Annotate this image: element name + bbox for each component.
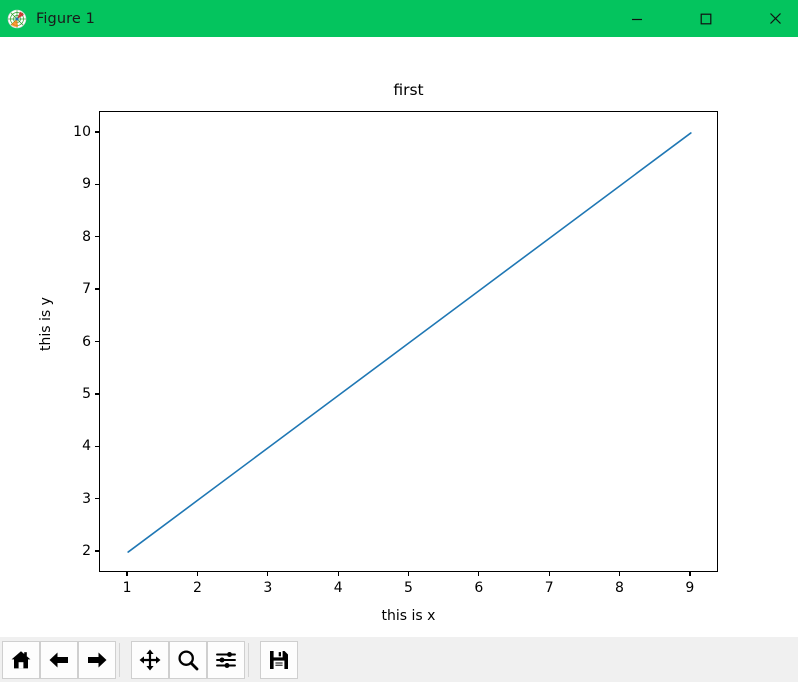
- close-button[interactable]: [752, 0, 798, 37]
- plot-lines: [127, 132, 692, 553]
- maximize-button[interactable]: [683, 0, 729, 37]
- figure-canvas[interactable]: first this is y 2 3 4 5 6 7 8 9 10 1 2 3 4 5 6 7 8 9 this…: [0, 37, 798, 637]
- y-tick-label: 6: [82, 333, 91, 350]
- zoom-button[interactable]: [169, 640, 207, 679]
- data-series-line: [127, 132, 692, 553]
- window-title: Figure 1: [36, 10, 95, 27]
- arrow-left-icon: [49, 652, 68, 667]
- home-icon: [11, 650, 31, 668]
- floppy-disk-icon: [270, 650, 288, 669]
- x-tick-label: 2: [193, 580, 202, 596]
- figure-window: Figure 1 first this is y 2 3 4 5 6 7 8 9 10 1 2 3 4 5…: [0, 0, 798, 682]
- minimize-icon: [632, 18, 642, 20]
- y-tick-label: 5: [82, 385, 91, 402]
- sliders-icon: [216, 651, 236, 668]
- y-tick-label: 7: [82, 281, 91, 298]
- y-tick-label: 3: [82, 490, 91, 507]
- navigation-toolbar: [0, 637, 798, 682]
- plot-title: first: [393, 81, 424, 99]
- plot-axes: [99, 111, 718, 572]
- save-button[interactable]: [260, 640, 298, 679]
- move-arrows-icon: [139, 649, 161, 670]
- minimize-button[interactable]: [614, 0, 660, 37]
- x-tick-label: 5: [404, 580, 413, 596]
- forward-button[interactable]: [78, 640, 116, 679]
- home-button[interactable]: [2, 640, 40, 679]
- y-tick-label: 4: [82, 438, 91, 455]
- x-tick-label: 6: [474, 580, 484, 596]
- window-titlebar[interactable]: Figure 1: [0, 0, 798, 37]
- matplotlib-logo-icon: [7, 9, 27, 29]
- y-tick-label: 10: [73, 123, 91, 140]
- maximize-icon: [700, 13, 712, 24]
- pan-button[interactable]: [131, 640, 169, 679]
- back-button[interactable]: [40, 640, 78, 679]
- configure-subplots-button[interactable]: [207, 640, 245, 679]
- y-tick-label: 8: [82, 228, 91, 245]
- x-tick-label: 9: [685, 580, 695, 596]
- magnifier-icon: [178, 649, 199, 670]
- x-tick-label: 3: [263, 580, 273, 596]
- y-tick-label: 2: [82, 543, 91, 560]
- x-tick-label: 1: [122, 580, 132, 596]
- toolbar-separator-2: [248, 642, 257, 677]
- arrow-right-icon: [88, 652, 107, 667]
- x-axis-label: this is x: [381, 608, 436, 624]
- y-tick-label: 9: [82, 176, 91, 193]
- x-tick-label: 4: [333, 580, 343, 596]
- x-tick-label: 7: [544, 580, 554, 596]
- x-tick-label: 8: [615, 580, 624, 596]
- close-icon: [769, 13, 781, 24]
- toolbar-separator-1: [119, 642, 128, 677]
